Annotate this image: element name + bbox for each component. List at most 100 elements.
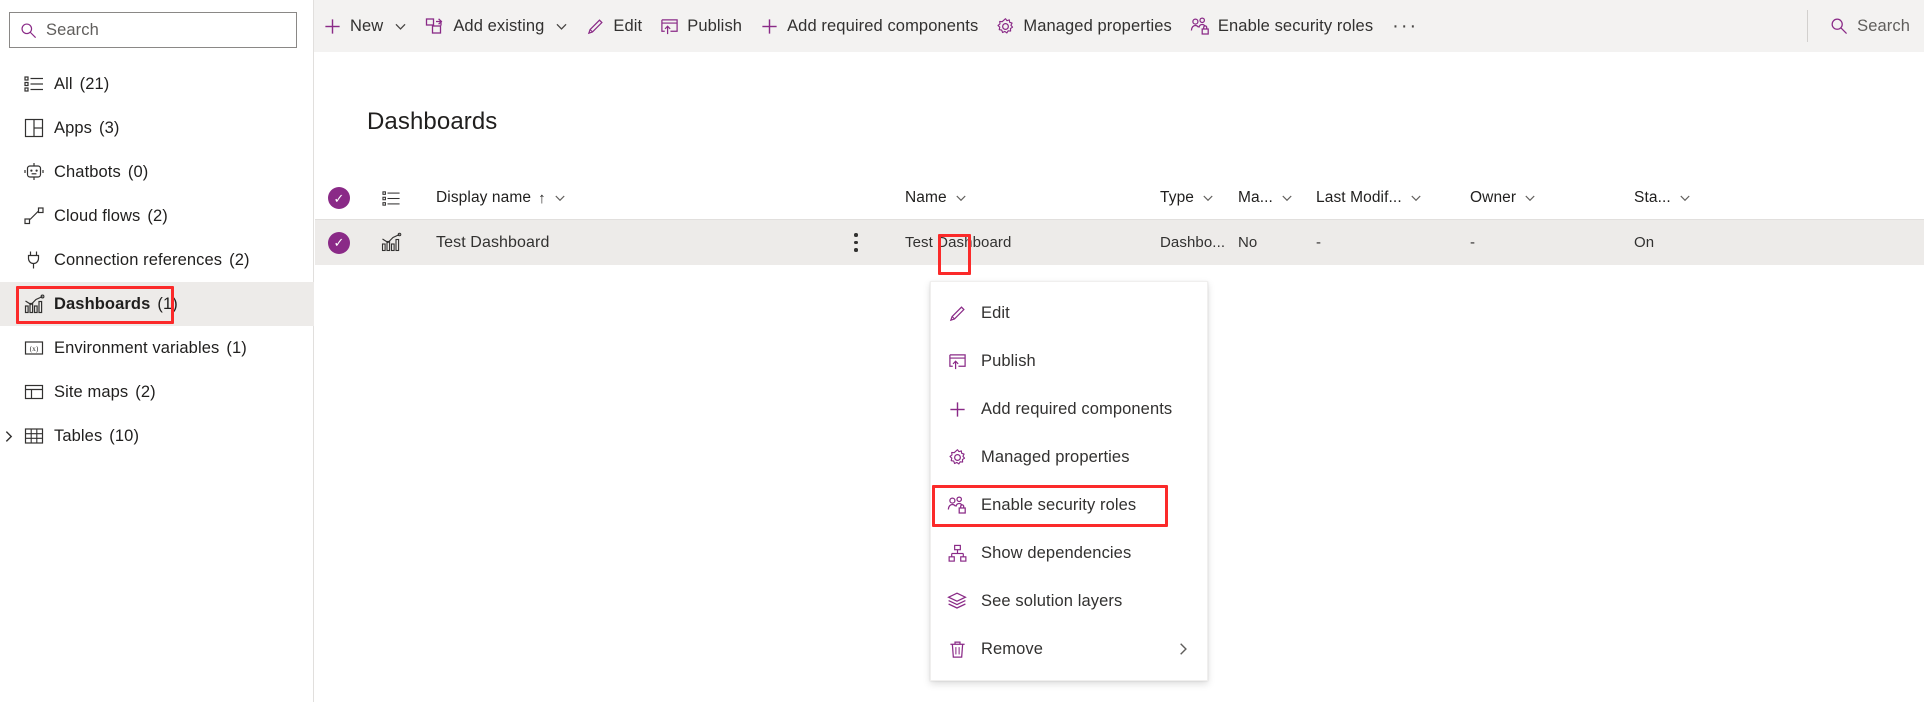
row-managed: No <box>1238 234 1258 251</box>
toolbar-add-required-components-button[interactable]: Add required components <box>751 0 987 52</box>
sidebar-item-label: Connection references <box>54 250 223 269</box>
toolbar-item-label: New <box>350 16 384 35</box>
security-roles-icon <box>946 495 968 515</box>
grid-header-type[interactable]: Type <box>1160 177 1238 219</box>
grid-header-label: Name <box>905 189 947 206</box>
context-menu-item-add-required-components[interactable]: Add required components <box>931 385 1207 433</box>
grid-header-row: ✓ Display name ↑ Name Type Ma... Last Mo… <box>315 177 1924 220</box>
dependencies-icon <box>946 544 968 563</box>
checkmark-icon: ✓ <box>328 187 350 209</box>
dot <box>854 248 858 252</box>
toolbar-new-button[interactable]: New <box>314 0 416 52</box>
trash-icon <box>946 640 968 659</box>
chevron-down-icon[interactable] <box>1410 192 1422 204</box>
sort-ascending-icon: ↑ <box>538 189 546 207</box>
grid-select-all-checkbox[interactable]: ✓ <box>315 177 363 219</box>
context-menu-item-show-dependencies[interactable]: Show dependencies <box>931 529 1207 577</box>
list-icon <box>24 74 54 94</box>
sidebar-search-input[interactable]: Search <box>9 12 297 48</box>
plug-icon <box>24 250 54 270</box>
sidebar-item-count: (2) <box>147 206 168 225</box>
grid-header-label: Sta... <box>1634 189 1671 206</box>
context-menu-item-label: Remove <box>981 639 1044 658</box>
sidebar-item-count: (0) <box>127 162 149 181</box>
toolbar-search-input[interactable]: Search <box>1808 0 1924 52</box>
row-type: Dashbo... <box>1160 234 1226 251</box>
toolbar-enable-security-roles-button[interactable]: Enable security roles <box>1181 0 1382 52</box>
context-menu-item-label: Publish <box>981 351 1036 370</box>
grid-header-label: Display name <box>436 189 532 206</box>
cloud-flow-icon <box>24 206 54 226</box>
security-roles-icon <box>1190 16 1210 36</box>
grid-header-managed[interactable]: Ma... <box>1238 177 1316 219</box>
toolbar-edit-button[interactable]: Edit <box>577 0 651 52</box>
grid-header-status[interactable]: Sta... <box>1634 177 1714 219</box>
table-row[interactable]: ✓ Test Dashboard Test Dashboard Dashbo..… <box>315 220 1924 265</box>
chevron-down-icon[interactable] <box>1202 192 1214 204</box>
status-badge: On <box>1634 234 1655 251</box>
row-more-commands-button[interactable] <box>843 226 869 260</box>
powerapps-solution-explorer: Search All (21) Apps (3) Chatbots (0) Cl… <box>0 0 1924 702</box>
chevron-down-icon[interactable] <box>1524 192 1536 204</box>
pencil-icon <box>946 304 968 323</box>
toolbar-overflow-button[interactable]: ··· <box>1382 0 1428 52</box>
publish-icon <box>660 17 679 36</box>
chevron-down-icon[interactable] <box>1281 192 1293 204</box>
sidebar-item-all[interactable]: All (21) <box>0 62 314 106</box>
toolbar-item-label: Add required components <box>787 16 979 35</box>
grid-header-display-name[interactable]: Display name ↑ <box>419 177 827 219</box>
context-menu-item-managed-properties[interactable]: Managed properties <box>931 433 1207 481</box>
context-menu-item-publish[interactable]: Publish <box>931 337 1207 385</box>
toolbar-add-existing-button[interactable]: Add existing <box>416 0 577 52</box>
toolbar-item-label: Edit <box>613 16 643 35</box>
row-name: Test Dashboard <box>905 234 1012 251</box>
row-select-checkbox[interactable]: ✓ <box>315 220 363 265</box>
chevron-down-icon[interactable] <box>955 192 967 204</box>
chevron-down-icon[interactable] <box>554 192 566 204</box>
layers-icon <box>946 591 968 611</box>
toolbar-managed-properties-button[interactable]: Managed properties <box>987 0 1181 52</box>
sidebar-item-apps[interactable]: Apps (3) <box>0 106 314 150</box>
context-menu-item-enable-security-roles[interactable]: Enable security roles <box>931 481 1207 529</box>
chevron-down-icon[interactable] <box>1679 192 1691 204</box>
toolbar-publish-button[interactable]: Publish <box>651 0 751 52</box>
context-menu-item-label: Enable security roles <box>981 495 1137 514</box>
apps-grid-icon <box>24 118 54 138</box>
chevron-right-icon[interactable] <box>2 414 15 458</box>
grid-header-last-modified[interactable]: Last Modif... <box>1316 177 1470 219</box>
chatbot-icon <box>24 162 54 182</box>
chevron-right-icon[interactable] <box>1176 625 1190 673</box>
sidebar-item-label: Tables <box>54 426 103 445</box>
context-menu-item-see-solution-layers[interactable]: See solution layers <box>931 577 1207 625</box>
dot <box>854 233 858 237</box>
plus-icon <box>946 400 968 419</box>
grid-header-label: Type <box>1160 189 1195 206</box>
sidebar-item-dashboards[interactable]: Dashboards (1) <box>0 282 314 326</box>
sidebar-item-connection-references[interactable]: Connection references (2) <box>0 238 314 282</box>
pencil-icon <box>586 17 605 36</box>
context-menu-item-edit[interactable]: Edit <box>931 289 1207 337</box>
grid-header-owner[interactable]: Owner <box>1470 177 1634 219</box>
sidebar-item-cloud-flows[interactable]: Cloud flows (2) <box>0 194 314 238</box>
chevron-down-icon[interactable] <box>555 20 568 33</box>
toolbar-item-label: Managed properties <box>1023 16 1172 35</box>
context-menu-item-remove[interactable]: Remove <box>931 625 1207 673</box>
search-icon <box>1830 17 1848 35</box>
grid-header-label: Owner <box>1470 189 1517 206</box>
grid-header-command-column <box>827 177 885 219</box>
context-menu-item-label: Managed properties <box>981 447 1130 466</box>
row-managed-cell: No <box>1238 220 1316 265</box>
grid-header-name[interactable]: Name <box>885 177 1160 219</box>
row-display-name-cell[interactable]: Test Dashboard <box>419 220 827 265</box>
sidebar-item-environment-variables[interactable]: (x) Environment variables (1) <box>0 326 314 370</box>
sidebar-item-tables[interactable]: Tables (10) <box>0 414 314 458</box>
chevron-down-icon[interactable] <box>394 20 407 33</box>
sidebar-item-site-maps[interactable]: Site maps (2) <box>0 370 314 414</box>
sidebar-item-label: All <box>54 74 73 93</box>
site-map-icon <box>24 382 54 402</box>
sidebar-item-label: Environment variables <box>54 338 220 357</box>
sidebar-item-chatbots[interactable]: Chatbots (0) <box>0 150 314 194</box>
row-last-modified: - <box>1316 234 1322 251</box>
sidebar-item-label: Apps <box>54 118 93 137</box>
sidebar-item-label: Dashboards <box>54 294 151 313</box>
